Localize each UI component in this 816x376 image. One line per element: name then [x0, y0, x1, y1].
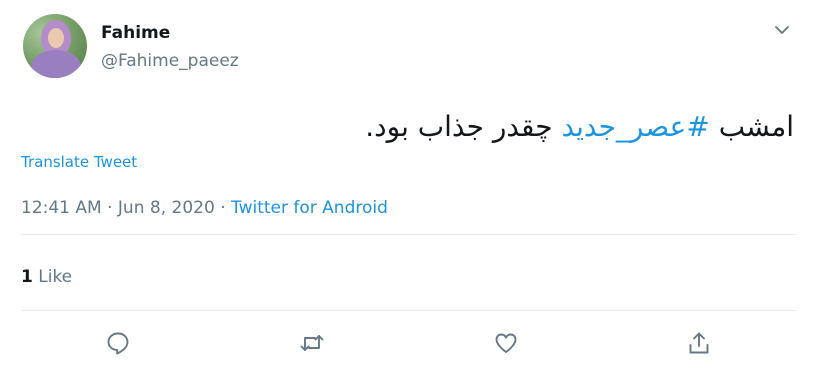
reply-button[interactable] [103, 328, 133, 358]
meta-separator: · [220, 198, 226, 218]
share-icon [689, 332, 709, 354]
tweet-date[interactable]: Jun 8, 2020 [118, 198, 215, 218]
tweet-text: امشب #عصر_جدید چقدر جذاب بود. [365, 107, 794, 147]
like-button[interactable] [491, 328, 521, 358]
heart-icon [495, 333, 517, 353]
tweet-text-end: چقدر جذاب بود. [365, 110, 562, 143]
share-button[interactable] [684, 328, 714, 358]
hashtag-link[interactable]: #عصر_جدید [561, 110, 709, 143]
avatar[interactable] [23, 14, 87, 78]
tweet-source-link[interactable]: Twitter for Android [231, 198, 388, 218]
likes-count: 1 [21, 267, 33, 287]
reply-icon [107, 332, 129, 355]
meta-separator: · [107, 198, 113, 218]
translate-tweet-link[interactable]: Translate Tweet [21, 153, 137, 171]
tweet-meta: 12:41 AM · Jun 8, 2020 · Twitter for And… [21, 198, 388, 218]
avatar-face [48, 28, 64, 48]
retweet-button[interactable] [297, 328, 327, 358]
user-handle[interactable]: @Fahime_paeez [101, 51, 239, 71]
tweet-time[interactable]: 12:41 AM [21, 198, 102, 218]
divider [21, 234, 796, 235]
avatar-body [31, 50, 81, 78]
likes-label: Like [38, 267, 73, 287]
retweet-icon [300, 335, 324, 351]
divider [21, 310, 796, 311]
tweet-text-start: امشب [709, 110, 794, 143]
user-name[interactable]: Fahime [101, 23, 170, 43]
likes-stat[interactable]: 1 Like [21, 267, 72, 287]
chevron-down-icon[interactable] [772, 22, 792, 38]
